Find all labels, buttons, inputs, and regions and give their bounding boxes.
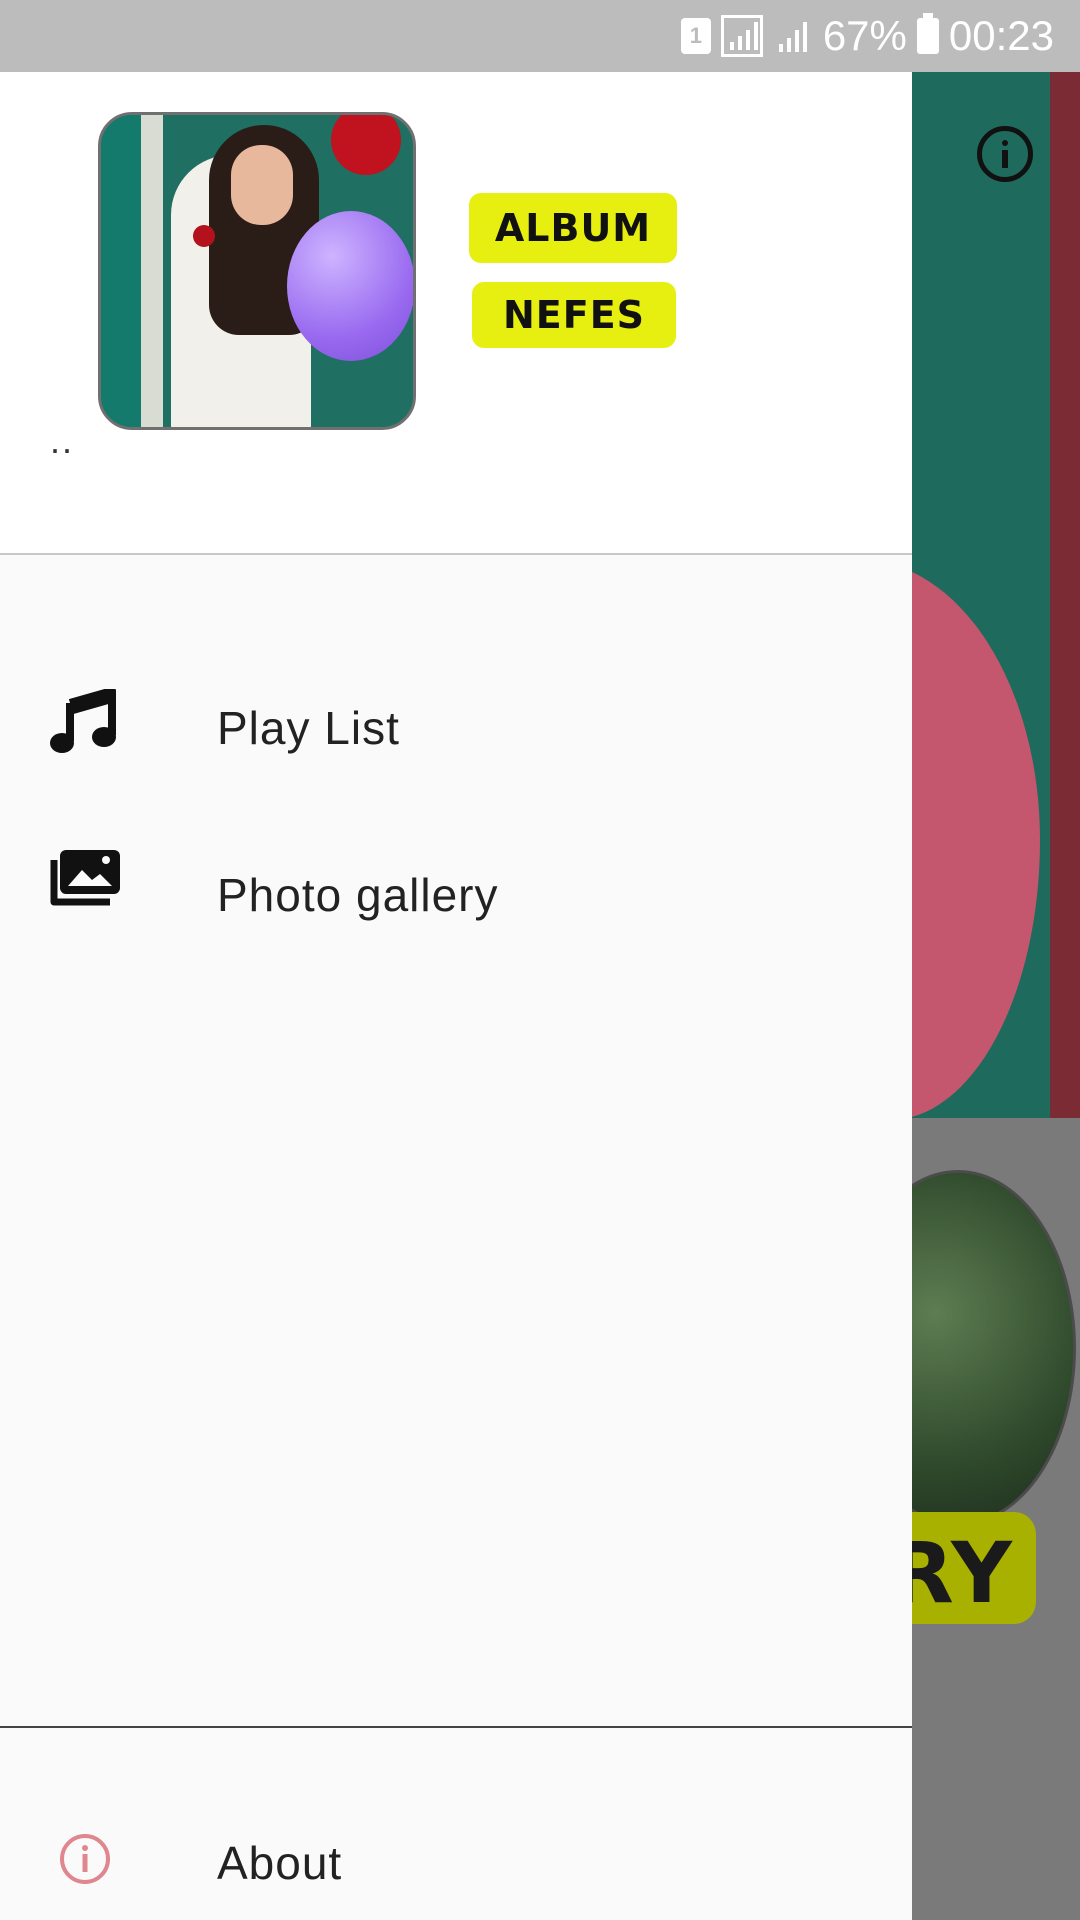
- artist-badge: NEFES: [472, 282, 676, 348]
- menu-item-label: Play List: [217, 702, 400, 754]
- sim-card-icon: 1: [680, 18, 711, 54]
- menu-item-about[interactable]: About: [0, 1796, 912, 1920]
- signal-icon-sim1: [720, 15, 763, 57]
- status-bar: 1 67% 00:23: [0, 0, 1080, 72]
- album-badge: ALBUM: [469, 193, 677, 263]
- status-icons: 1 67% 00:23: [680, 0, 1054, 72]
- menu-item-label: Photo gallery: [217, 869, 499, 921]
- info-icon: [60, 1834, 110, 1884]
- battery-percentage: 67%: [822, 12, 907, 59]
- menu-item-play-list[interactable]: Play List: [0, 657, 912, 797]
- clock: 00:23: [948, 12, 1054, 59]
- screen: RY 1 67% 00:23 ALBUM NEFES .. Play List …: [0, 0, 1080, 1920]
- battery-icon: [916, 13, 939, 54]
- photo-gallery-icon: [50, 850, 120, 906]
- navigation-drawer: ALBUM NEFES .. Play List Photo gallery A…: [0, 72, 912, 1920]
- sim-slot-number: 1: [689, 23, 702, 48]
- menu-item-label: About: [217, 1837, 343, 1889]
- signal-icon-sim2: [773, 16, 813, 56]
- music-note-icon: [50, 689, 116, 753]
- menu-item-photo-gallery[interactable]: Photo gallery: [0, 824, 912, 964]
- drawer-header: ALBUM NEFES ..: [0, 72, 912, 555]
- header-subtitle: ..: [50, 420, 75, 461]
- footer-divider: [0, 1726, 912, 1728]
- artist-photo: [98, 112, 416, 430]
